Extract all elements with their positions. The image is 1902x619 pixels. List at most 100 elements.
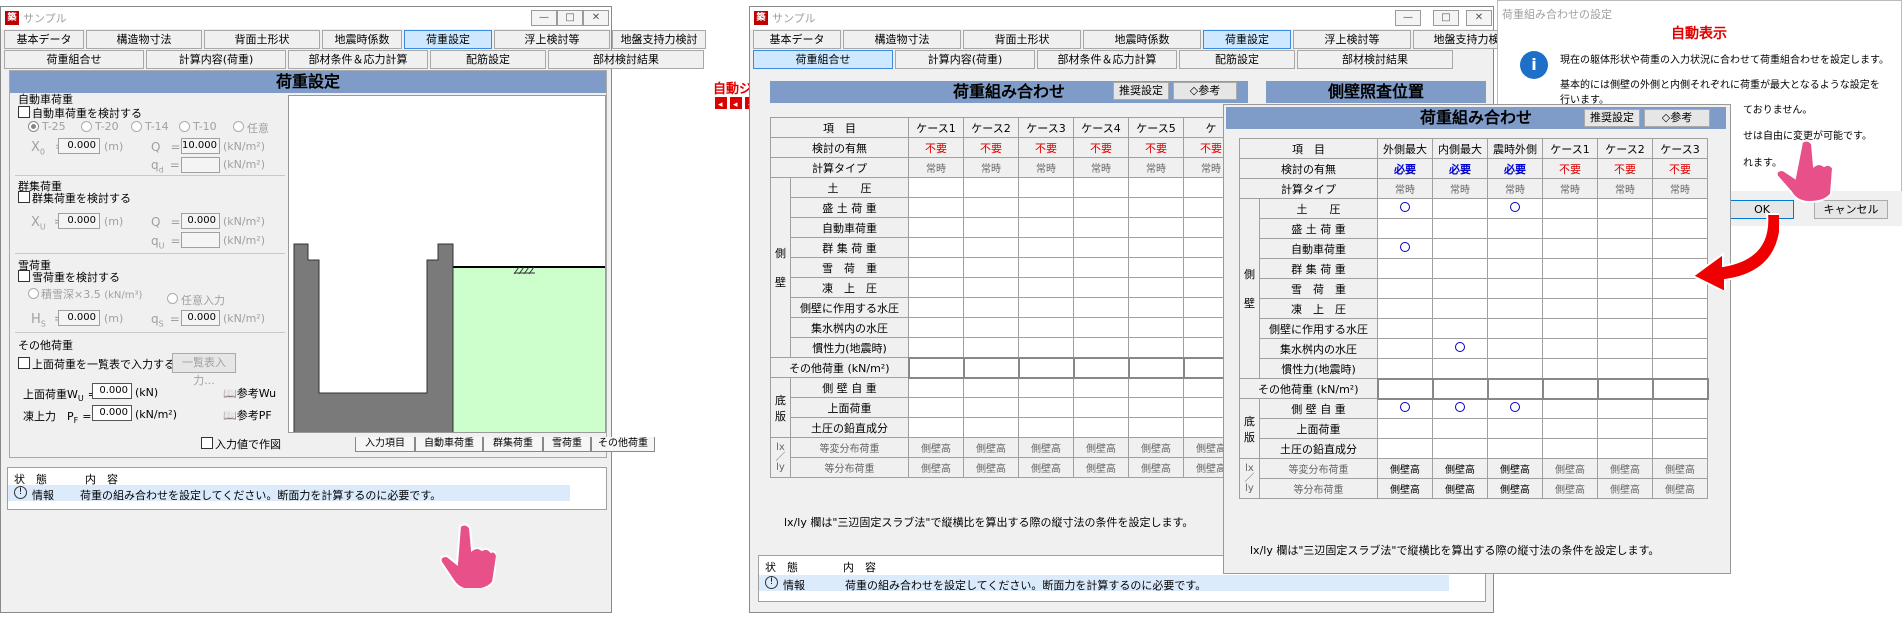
- crowd-load-checkbox[interactable]: [18, 191, 30, 203]
- hs-input[interactable]: 0.000: [58, 310, 100, 326]
- combination-cell[interactable]: [1542, 298, 1598, 319]
- combination-cell[interactable]: [1018, 417, 1074, 438]
- combination-cell[interactable]: [1128, 177, 1184, 198]
- tab-row2-2[interactable]: 部材条件＆応力計算: [288, 50, 428, 69]
- combination-cell[interactable]: [1542, 198, 1598, 219]
- other-load-input[interactable]: [1651, 377, 1709, 400]
- recommended-button[interactable]: 推奨設定: [1584, 109, 1640, 127]
- tab-row1-5[interactable]: 浮上検討等: [494, 30, 610, 49]
- combination-cell[interactable]: [1073, 317, 1129, 338]
- combination-cell[interactable]: [1597, 418, 1653, 439]
- combination-cell[interactable]: [1597, 358, 1653, 379]
- combination-cell[interactable]: [1128, 317, 1184, 338]
- combination-cell[interactable]: [963, 197, 1019, 218]
- bottom-tab-3[interactable]: 雪荷重: [543, 437, 591, 452]
- combination-cell[interactable]: [963, 337, 1019, 358]
- combination-cell[interactable]: [1073, 177, 1129, 198]
- tab-row2-4[interactable]: 部材検討結果: [548, 50, 704, 69]
- car-radio-0[interactable]: [28, 121, 39, 132]
- combination-cell[interactable]: [1377, 438, 1433, 459]
- combination-cell[interactable]: [1432, 258, 1488, 279]
- combination-cell[interactable]: [908, 237, 964, 258]
- combination-cell[interactable]: [1652, 338, 1708, 359]
- wall-height-cell[interactable]: 側壁高: [1542, 478, 1598, 499]
- check-cell[interactable]: 不要: [908, 137, 964, 158]
- combination-cell[interactable]: [1128, 297, 1184, 318]
- tab-row1-5[interactable]: 浮上検討等: [1293, 30, 1411, 49]
- wall-height-cell[interactable]: 側壁高: [963, 437, 1019, 458]
- wall-height-cell[interactable]: 側壁高: [1073, 437, 1129, 458]
- combination-cell[interactable]: [1377, 238, 1433, 259]
- combination-cell[interactable]: [1018, 317, 1074, 338]
- combination-cell[interactable]: [1377, 198, 1433, 219]
- tab-row2-4[interactable]: 部材検討結果: [1297, 50, 1453, 69]
- combination-cell[interactable]: [1597, 298, 1653, 319]
- combination-cell[interactable]: [963, 317, 1019, 338]
- other-load-input[interactable]: [1486, 377, 1544, 400]
- check-cell[interactable]: 必要: [1377, 158, 1433, 179]
- calc-type-cell[interactable]: 常時: [1018, 157, 1074, 178]
- combination-cell[interactable]: [1128, 377, 1184, 398]
- combination-cell[interactable]: [1432, 218, 1488, 239]
- combination-cell[interactable]: [1377, 218, 1433, 239]
- maximize-button[interactable]: □: [1433, 10, 1459, 26]
- calc-type-cell[interactable]: 常時: [1377, 178, 1433, 199]
- wall-height-cell[interactable]: 側壁高: [1652, 458, 1708, 479]
- wall-height-cell[interactable]: 側壁高: [1432, 458, 1488, 479]
- combination-cell[interactable]: [1432, 198, 1488, 219]
- other-load-input[interactable]: [1072, 356, 1130, 379]
- wall-height-cell[interactable]: 側壁高: [1652, 478, 1708, 499]
- snow-load-checkbox[interactable]: [18, 270, 30, 282]
- combination-cell[interactable]: [1377, 258, 1433, 279]
- bottom-tab-1[interactable]: 自動車荷重: [415, 437, 483, 452]
- tab-row1-6[interactable]: 地盤支持力検討: [612, 30, 706, 49]
- combination-cell[interactable]: [1487, 398, 1543, 419]
- car-radio-3[interactable]: [179, 121, 190, 132]
- bottom-tab-4[interactable]: その他荷重: [591, 437, 655, 452]
- combination-cell[interactable]: [1073, 297, 1129, 318]
- check-cell[interactable]: 不要: [963, 137, 1019, 158]
- combination-cell[interactable]: [1128, 277, 1184, 298]
- combination-cell[interactable]: [1542, 278, 1598, 299]
- combination-cell[interactable]: [963, 177, 1019, 198]
- combination-cell[interactable]: [1542, 358, 1598, 379]
- combination-cell[interactable]: [908, 337, 964, 358]
- combination-cell[interactable]: [1487, 338, 1543, 359]
- combination-cell[interactable]: [1597, 278, 1653, 299]
- wall-height-cell[interactable]: 側壁高: [1542, 458, 1598, 479]
- snow-radio-any[interactable]: [167, 293, 178, 304]
- check-cell[interactable]: 必要: [1432, 158, 1488, 179]
- combination-cell[interactable]: [1542, 238, 1598, 259]
- combination-cell[interactable]: [1073, 197, 1129, 218]
- other-load-input[interactable]: [1431, 377, 1489, 400]
- wall-height-cell[interactable]: 側壁高: [1018, 457, 1074, 478]
- minimize-button[interactable]: —: [531, 10, 557, 26]
- tab-row2-1[interactable]: 計算内容(荷重): [146, 50, 286, 69]
- calc-type-cell[interactable]: 常時: [908, 157, 964, 178]
- wall-height-cell[interactable]: 側壁高: [1597, 458, 1653, 479]
- wall-height-cell[interactable]: 側壁高: [1073, 457, 1129, 478]
- calc-type-cell[interactable]: 常時: [1487, 178, 1543, 199]
- combination-cell[interactable]: [1377, 418, 1433, 439]
- qs-input[interactable]: 0.000: [181, 310, 220, 326]
- tab-row2-3[interactable]: 配筋設定: [1179, 50, 1295, 69]
- ref-pf-link[interactable]: 📖参考PF: [223, 407, 272, 423]
- pf-input[interactable]: 0.000: [92, 405, 132, 421]
- combination-cell[interactable]: [1432, 338, 1488, 359]
- combination-cell[interactable]: [1073, 337, 1129, 358]
- combination-cell[interactable]: [1073, 217, 1129, 238]
- tab-row1-3[interactable]: 地震時係数: [322, 30, 402, 49]
- combination-cell[interactable]: [908, 397, 964, 418]
- combination-cell[interactable]: [908, 177, 964, 198]
- wall-height-cell[interactable]: 側壁高: [1432, 478, 1488, 499]
- xu-input[interactable]: 0.000: [58, 213, 100, 229]
- other-load-input[interactable]: [1127, 356, 1185, 379]
- combination-cell[interactable]: [1487, 438, 1543, 459]
- combination-cell[interactable]: [1018, 197, 1074, 218]
- other-load-input[interactable]: [962, 356, 1020, 379]
- wall-height-cell[interactable]: 側壁高: [908, 457, 964, 478]
- combination-cell[interactable]: [1487, 218, 1543, 239]
- combination-cell[interactable]: [908, 317, 964, 338]
- reference-button[interactable]: ◇参考: [1173, 82, 1237, 100]
- combination-cell[interactable]: [1432, 298, 1488, 319]
